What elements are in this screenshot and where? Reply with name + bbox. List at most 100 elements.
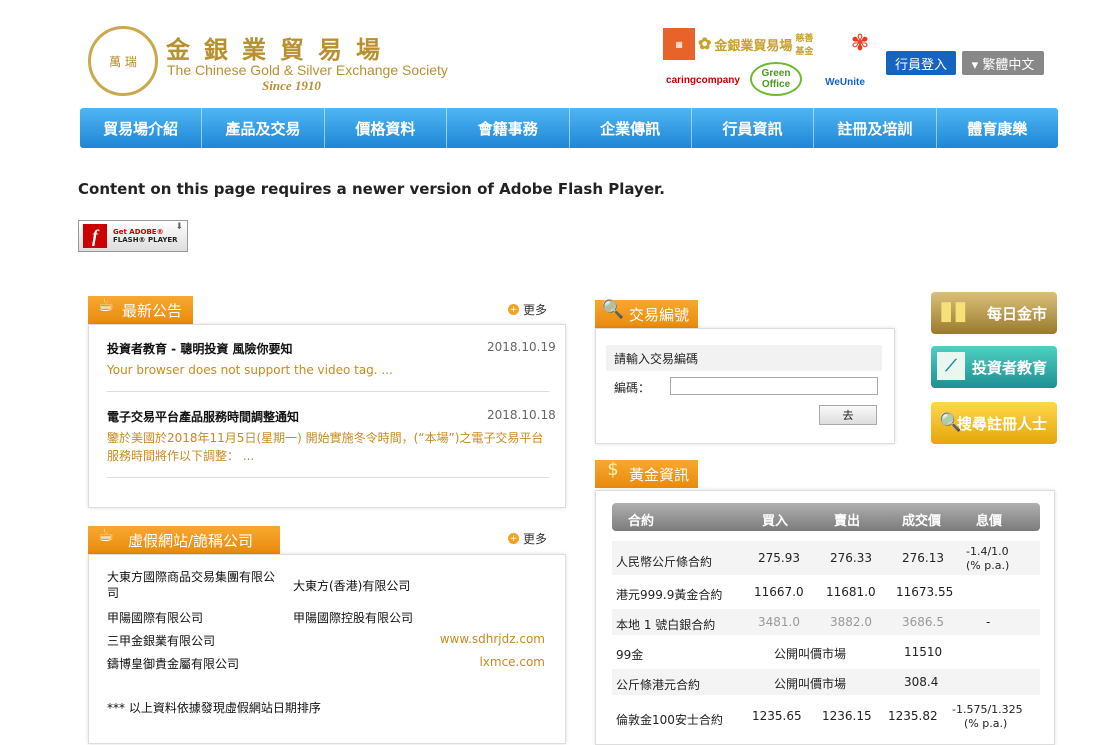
chart-board-icon: ⟋ — [937, 352, 965, 380]
member-login-button[interactable]: 行員登入 — [886, 51, 956, 75]
logo-seal[interactable]: 萬 瑞 — [88, 26, 158, 96]
gold-rate: -1.575/1.325 — [952, 703, 1023, 716]
daily-gold-market-label: 每日金市 — [986, 304, 1047, 323]
gold-col-contract: 合約 — [628, 514, 655, 529]
gold-table-row: 人民幣公斤條合約 275.93 276.33 276.13 -1.4/1.0 (… — [612, 541, 1040, 575]
partner-weunite[interactable]: WeUnite — [810, 70, 880, 94]
gold-table-header: 合約 買入 賣出 成交價 息價 — [612, 503, 1040, 531]
nav-item-sports[interactable]: 體育康樂 — [937, 108, 1058, 148]
gold-rate: -1.4/1.0 — [966, 545, 1009, 558]
divider — [107, 391, 549, 392]
gold-deal: 1235.82 — [888, 709, 938, 723]
nav-item-corporate[interactable]: 企業傳訊 — [570, 108, 692, 148]
trade-code-tab-label: 交易編號 — [629, 305, 690, 324]
fake-websites-more-link[interactable]: + 更多 — [508, 530, 547, 547]
partner-caring-company[interactable]: caringcompany — [663, 68, 743, 92]
nav-item-products[interactable]: 產品及交易 — [202, 108, 325, 148]
trade-code-section: 🔍 交易編號 請輸入交易編碼 編碼： 去 — [595, 298, 895, 444]
nav-item-member-info[interactable]: 行員資訊 — [692, 108, 815, 148]
fake-list-note: *** 以上資料依據發現虛假網站日期排序 — [107, 701, 321, 715]
logo-english-title[interactable]: The Chinese Gold & Silver Exchange Socie… — [167, 62, 448, 78]
flash-logo-icon: f — [83, 224, 107, 248]
gold-deal: 3686.5 — [902, 615, 944, 629]
news-item-title[interactable]: 電子交易平台產品服務時間調整通知 — [107, 408, 299, 425]
gold-deal: 11510 — [904, 645, 943, 659]
plus-icon: + — [508, 304, 519, 315]
fake-company-name[interactable]: 鑄博皇御貴金屬有限公司 — [107, 655, 239, 672]
fake-websites-tab-label: 虛假網站/詭稱公司 — [128, 531, 254, 550]
investor-education-label: 投資者教育 — [971, 358, 1047, 377]
gold-rate-unit: (% p.a.) — [964, 717, 1008, 730]
gold-col-deal: 成交價 — [902, 514, 942, 529]
gold-contract-name: 倫敦金100安士合約 — [616, 713, 723, 727]
logo-chinese-title[interactable]: 金銀業貿易場 — [166, 30, 394, 65]
partner-green-office[interactable]: Green Office — [750, 62, 802, 96]
fake-company-name[interactable]: 大東方(香港)有限公司 — [293, 577, 410, 594]
gold-buy: 1235.65 — [752, 709, 802, 723]
gold-sell: 1236.15 — [822, 709, 872, 723]
gold-contract-name: 公斤條港元合約 — [616, 678, 701, 692]
gold-contract-name: 港元999.9黃金合約 — [616, 588, 723, 602]
gold-buy: 11667.0 — [754, 585, 804, 599]
gold-info-tab[interactable]: $ 黃金資訊 — [595, 459, 698, 488]
trade-code-panel: 請輸入交易編碼 編碼： 去 — [595, 328, 895, 444]
trade-code-tab[interactable]: 🔍 交易編號 — [595, 299, 698, 328]
flash-btn-line2: FLASH® PLAYER — [113, 236, 178, 244]
announcements-more-link[interactable]: + 更多 — [508, 301, 547, 318]
flash-btn-text: Get ADOBE® FLASH® PLAYER — [113, 228, 178, 244]
fake-website-url[interactable]: www.sdhrjdz.com — [440, 632, 545, 646]
download-arrow-icon: ⬇ — [175, 222, 183, 232]
nav-item-prices[interactable]: 價格資料 — [325, 108, 448, 148]
announcements-tab-label: 最新公告 — [122, 301, 183, 320]
fake-company-name[interactable]: 甲陽國際有限公司 — [107, 609, 203, 626]
partner-flower-logo-icon[interactable]: ✾ — [842, 26, 878, 60]
announcements-tab[interactable]: ☕ 最新公告 — [88, 295, 193, 324]
flash-required-message: Content on this page requires a newer ve… — [78, 180, 665, 198]
gold-market-note: 公開叫價市場 — [774, 647, 847, 661]
news-item-body[interactable]: Your browser does not support the video … — [107, 361, 547, 379]
gold-table-row: 公斤條港元合約 公開叫價市場 308.4 — [612, 669, 1040, 695]
gold-sell: 11681.0 — [826, 585, 876, 599]
nav-item-membership[interactable]: 會籍事務 — [447, 108, 570, 148]
news-item-body[interactable]: 鑒於美國於2018年11月5日(星期一) 開始實施冬令時間，(“本場”)之電子交… — [107, 429, 547, 465]
gold-contract-name: 人民幣公斤條合約 — [616, 555, 713, 569]
fake-company-name[interactable]: 甲陽國際控股有限公司 — [293, 609, 413, 626]
gold-rate-unit: (% p.a.) — [966, 559, 1010, 572]
nav-item-registration[interactable]: 註冊及培訓 — [814, 108, 937, 148]
gold-table-row: 港元999.9黃金合約 11667.0 11681.0 11673.55 — [612, 579, 1040, 605]
fake-company-name[interactable]: 三甲金銀業有限公司 — [107, 632, 215, 649]
gold-contract-name: 本地 1 號白銀合約 — [616, 618, 716, 632]
fake-company-name[interactable]: 大東方國際商品交易集團有限公司 — [107, 569, 282, 601]
daily-gold-market-button[interactable]: ▮▮ 每日金市 — [931, 292, 1057, 334]
gold-coin-icon: $ — [607, 458, 619, 480]
gold-col-buy: 買入 — [762, 514, 789, 529]
fake-website-url[interactable]: lxmce.com — [479, 655, 545, 669]
gold-deal: 11673.55 — [896, 585, 954, 599]
logo-since: Since 1910 — [262, 78, 321, 93]
trade-code-submit-button[interactable]: 去 — [819, 405, 877, 425]
ie-cup-icon: ☕ — [97, 524, 115, 546]
gold-contract-name: 99金 — [616, 648, 644, 662]
nav-item-intro[interactable]: 貿易場介紹 — [80, 108, 203, 148]
gold-col-rate: 息價 — [976, 514, 1003, 529]
gold-deal: 308.4 — [904, 675, 939, 689]
announcements-section: ☕ 最新公告 + 更多 投資者教育 - 聰明投資 風險你要知 2018.10.1… — [88, 295, 566, 508]
trade-code-input[interactable] — [670, 377, 878, 395]
gold-buy: 3481.0 — [758, 615, 800, 629]
fake-websites-more-label: 更多 — [523, 532, 548, 546]
gold-sell: 3882.0 — [830, 615, 872, 629]
gold-buy: 275.93 — [758, 551, 800, 565]
search-registrants-button[interactable]: 🔍 搜尋註冊人士 — [931, 402, 1057, 444]
gold-market-note: 公開叫價市場 — [774, 677, 847, 691]
investor-education-button[interactable]: ⟋ 投資者教育 — [931, 346, 1057, 388]
gold-sell: 276.33 — [830, 551, 872, 565]
main-nav: 貿易場介紹 產品及交易 價格資料 會籍事務 企業傳訊 行員資訊 註冊及培訓 體育… — [80, 108, 1058, 148]
partner-logo-square-icon[interactable]: ▦ — [663, 28, 695, 60]
fake-websites-panel: 大東方國際商品交易集團有限公司 大東方(香港)有限公司 甲陽國際有限公司 甲陽國… — [88, 554, 566, 744]
get-flash-player-button[interactable]: f Get ADOBE® FLASH® PLAYER ⬇ — [78, 220, 188, 252]
language-select[interactable]: ▾ 繁體中文 — [962, 51, 1044, 75]
search-icon: 🔍 — [939, 412, 962, 433]
news-item-title[interactable]: 投資者教育 - 聰明投資 風險你要知 — [107, 340, 293, 357]
partner-charity-fund[interactable]: ✿ 金銀業貿易場 慈善基金 — [698, 30, 830, 58]
fake-websites-tab[interactable]: ☕ 虛假網站/詭稱公司 — [88, 525, 280, 554]
